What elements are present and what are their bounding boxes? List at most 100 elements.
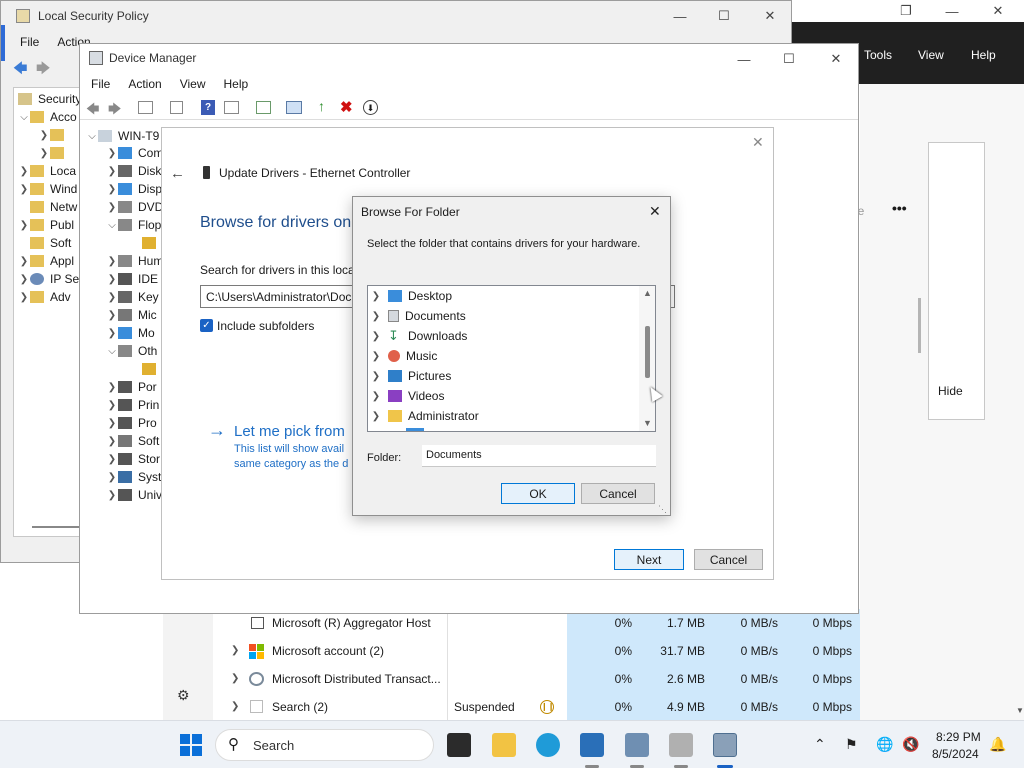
- resize-grip-icon[interactable]: ⋱: [658, 504, 667, 515]
- clock-date[interactable]: 8/5/2024: [932, 747, 979, 761]
- chevron-right-icon[interactable]: ❯: [106, 328, 118, 339]
- chevron-right-icon[interactable]: ❯: [231, 701, 239, 712]
- minimize-icon[interactable]: —: [657, 1, 703, 31]
- pick-link[interactable]: Let me pick from: [234, 423, 345, 440]
- folder-item-documents[interactable]: ❯ Documents: [368, 306, 638, 326]
- next-button[interactable]: Next: [614, 549, 684, 570]
- server-manager-icon[interactable]: [713, 733, 737, 757]
- chevron-right-icon[interactable]: ❯: [370, 291, 382, 302]
- tree-item[interactable]: ❯ Loca: [18, 162, 76, 180]
- settings-icon[interactable]: ⚙: [177, 687, 190, 704]
- tree-item[interactable]: ❯ IP Se: [18, 270, 79, 288]
- scrollbar-thumb[interactable]: [645, 326, 650, 378]
- chevron-down-icon[interactable]: ⌵: [18, 112, 30, 123]
- tree-item[interactable]: ❯ Appl: [18, 252, 74, 270]
- chevron-right-icon[interactable]: ❯: [106, 256, 118, 267]
- chevron-right-icon[interactable]: ❯: [106, 472, 118, 483]
- device-category-item[interactable]: ❯ Soft: [106, 432, 160, 450]
- device-category-item[interactable]: ❯ Por: [106, 378, 157, 396]
- device-category-item[interactable]: ❯ Prin: [106, 396, 160, 414]
- device-category-item[interactable]: [142, 234, 162, 252]
- scroll-down-icon[interactable]: ▼: [643, 418, 652, 428]
- chevron-right-icon[interactable]: ❯: [231, 645, 239, 656]
- menu-tools[interactable]: Tools: [864, 48, 892, 62]
- folder-item-music[interactable]: ❯ Music: [368, 346, 638, 366]
- cancel-button[interactable]: Cancel: [694, 549, 763, 570]
- menu-view[interactable]: View: [171, 77, 215, 91]
- scroll-down-icon[interactable]: ▼: [1016, 706, 1024, 715]
- chevron-right-icon[interactable]: ❯: [18, 184, 30, 195]
- tree-item[interactable]: Netw: [30, 198, 77, 216]
- clock-time[interactable]: 8:29 PM: [936, 730, 981, 744]
- search-box[interactable]: ⚲ Search: [215, 729, 434, 761]
- folder-tree-scrollbar[interactable]: ▲ ▼: [639, 286, 655, 431]
- device-category-item[interactable]: ⌵ Flop: [106, 216, 161, 234]
- scan-hardware-icon[interactable]: [286, 101, 302, 114]
- cancel-button[interactable]: Cancel: [581, 483, 655, 504]
- tree-item[interactable]: ❯ Adv: [18, 288, 71, 306]
- menu-file[interactable]: File: [11, 35, 48, 49]
- file-explorer-icon[interactable]: [492, 733, 516, 757]
- back-icon[interactable]: 🡄: [86, 100, 99, 122]
- chevron-right-icon[interactable]: ❯: [370, 311, 382, 322]
- chevron-right-icon[interactable]: ❯: [370, 371, 382, 382]
- properties-icon[interactable]: [138, 101, 153, 114]
- chevron-right-icon[interactable]: ❯: [231, 673, 239, 684]
- uninstall-icon[interactable]: ✖: [340, 98, 353, 116]
- device-category-item[interactable]: ❯ Stor: [106, 450, 160, 468]
- device-category-item[interactable]: ❯ Mo: [106, 324, 155, 342]
- device-category-item[interactable]: ❯ DVD: [106, 198, 164, 216]
- add-driver-icon[interactable]: ↑: [318, 98, 325, 114]
- ok-button[interactable]: OK: [501, 483, 575, 504]
- menu-help[interactable]: Help: [215, 77, 258, 91]
- chevron-down-icon[interactable]: ⌵: [106, 220, 118, 231]
- tree-item[interactable]: Security: [18, 90, 81, 108]
- task-manager-icon[interactable]: [580, 733, 604, 757]
- folder-item-desktop[interactable]: ❯ Desktop: [368, 286, 638, 306]
- more-options-icon[interactable]: •••: [892, 200, 907, 216]
- network-icon[interactable]: 🌐: [876, 736, 893, 753]
- start-button[interactable]: [180, 734, 202, 756]
- chevron-right-icon[interactable]: ❯: [106, 166, 118, 177]
- chevron-right-icon[interactable]: ❯: [370, 351, 382, 362]
- chevron-right-icon[interactable]: ❯: [370, 391, 382, 402]
- chevron-right-icon[interactable]: ❯: [106, 490, 118, 501]
- device-category-item[interactable]: ❯ IDE: [106, 270, 158, 288]
- horizontal-scrollbar[interactable]: [32, 526, 82, 528]
- chevron-right-icon[interactable]: ❯: [38, 148, 50, 159]
- chevron-right-icon[interactable]: ❯: [106, 148, 118, 159]
- include-subfolders-checkbox[interactable]: ✓: [200, 319, 213, 332]
- notifications-icon[interactable]: 🔔: [989, 736, 1006, 753]
- download-icon[interactable]: ⬇: [363, 100, 378, 115]
- device-category-item[interactable]: ❯ Pro: [106, 414, 157, 432]
- tree-item[interactable]: ❯ Publ: [18, 216, 74, 234]
- chevron-right-icon[interactable]: ❯: [106, 184, 118, 195]
- scroll-up-icon[interactable]: ▲: [643, 288, 652, 298]
- scrollbar-thumb[interactable]: [918, 298, 921, 353]
- chevron-right-icon[interactable]: ❯: [106, 274, 118, 285]
- maximize-icon[interactable]: ☐: [766, 44, 812, 74]
- folder-item-downloads[interactable]: ❯ ↧ Downloads: [368, 326, 638, 346]
- help-icon[interactable]: ?: [201, 100, 215, 115]
- back-arrow-icon[interactable]: ←: [170, 165, 185, 182]
- chevron-right-icon[interactable]: ❯: [106, 310, 118, 321]
- menu-view[interactable]: View: [918, 48, 944, 62]
- chevron-right-icon[interactable]: ❯: [106, 418, 118, 429]
- chevron-down-icon[interactable]: ⌵: [106, 346, 118, 357]
- tree-item[interactable]: ❯ Wind: [18, 180, 78, 198]
- folder-input[interactable]: Documents: [422, 445, 656, 467]
- device-category-item[interactable]: ❯ Key: [106, 288, 159, 306]
- chevron-down-icon[interactable]: ⌵: [86, 131, 98, 142]
- minimize-icon[interactable]: —: [721, 44, 767, 74]
- tree-item[interactable]: ⌵ Acco: [18, 108, 76, 126]
- hide-label[interactable]: Hide: [938, 384, 963, 398]
- forward-icon[interactable]: 🡆: [36, 58, 50, 82]
- forward-icon[interactable]: 🡆: [108, 100, 121, 122]
- chevron-right-icon[interactable]: ❯: [106, 436, 118, 447]
- menu-file[interactable]: File: [82, 77, 119, 91]
- volume-icon[interactable]: 🔇: [902, 736, 919, 753]
- folder-item-pictures[interactable]: ❯ Pictures: [368, 366, 638, 386]
- chevron-right-icon[interactable]: ❯: [106, 382, 118, 393]
- device-category-item[interactable]: ⌵ Oth: [106, 342, 157, 360]
- device-manager-app-icon[interactable]: [625, 733, 649, 757]
